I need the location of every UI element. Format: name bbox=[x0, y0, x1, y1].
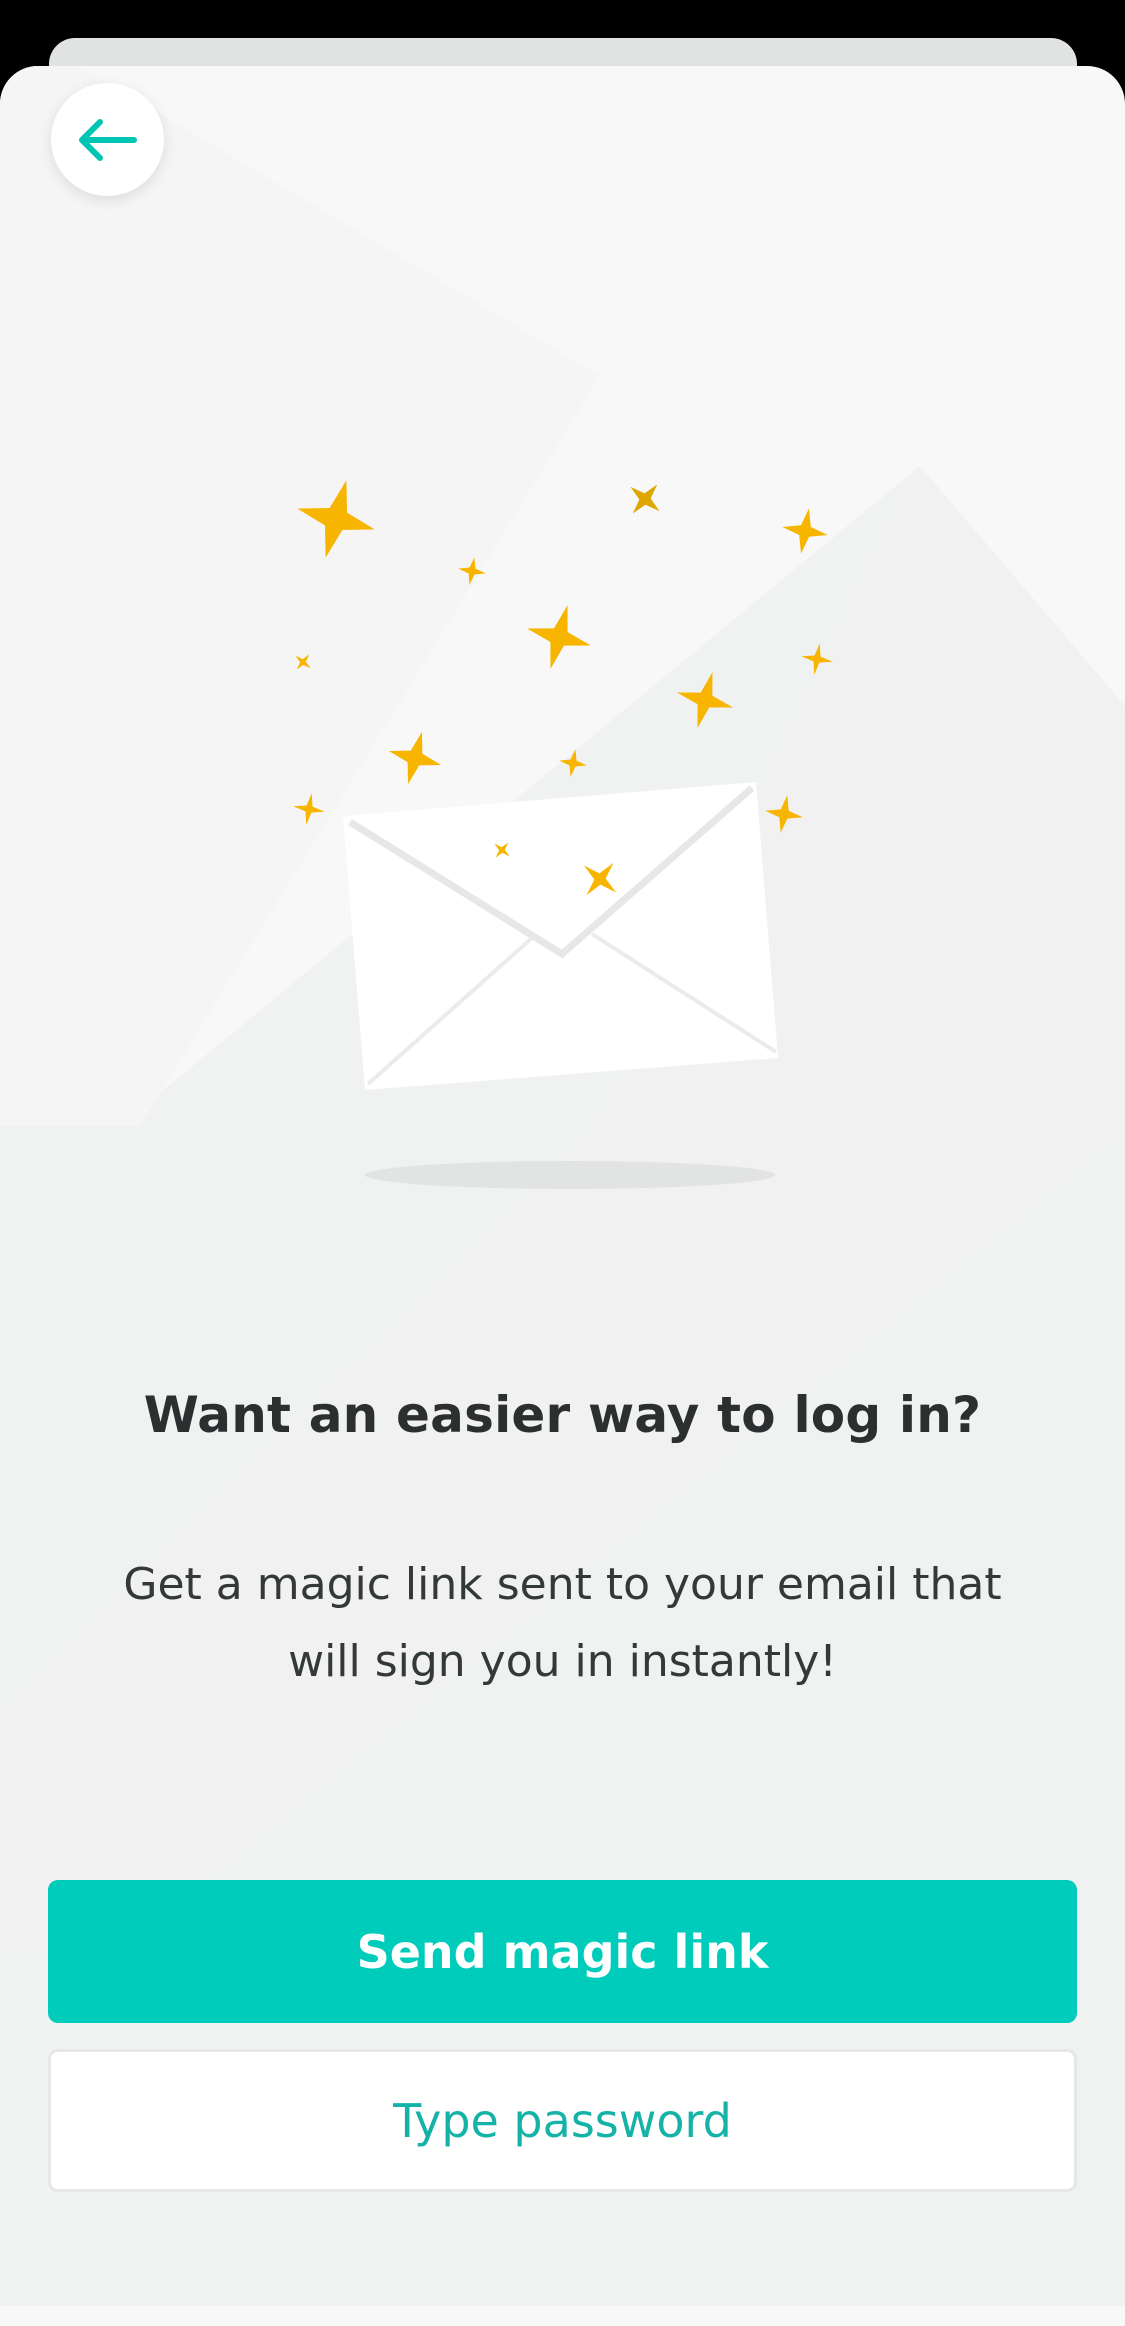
star bbox=[297, 480, 375, 558]
envelope-shadow bbox=[365, 1161, 775, 1189]
star bbox=[676, 671, 734, 729]
star bbox=[559, 749, 587, 777]
star bbox=[293, 793, 325, 825]
star bbox=[388, 731, 442, 785]
star bbox=[630, 484, 660, 514]
magic-link-illustration bbox=[293, 480, 833, 1189]
send-magic-link-button[interactable]: Send magic link bbox=[48, 1880, 1077, 2023]
star bbox=[765, 795, 803, 833]
star bbox=[458, 557, 486, 585]
star bbox=[527, 605, 591, 669]
star bbox=[295, 654, 311, 670]
page-title: Want an easier way to log in? bbox=[143, 1386, 982, 1444]
modal-sheet: Want an easier way to log in? Get a magi… bbox=[0, 66, 1125, 2326]
star bbox=[782, 508, 828, 554]
description-text: Get a magic link sent to your email that… bbox=[123, 1559, 1002, 1687]
envelope-icon bbox=[343, 782, 778, 1090]
type-password-button[interactable]: Type password bbox=[48, 2049, 1077, 2192]
star bbox=[801, 643, 833, 675]
